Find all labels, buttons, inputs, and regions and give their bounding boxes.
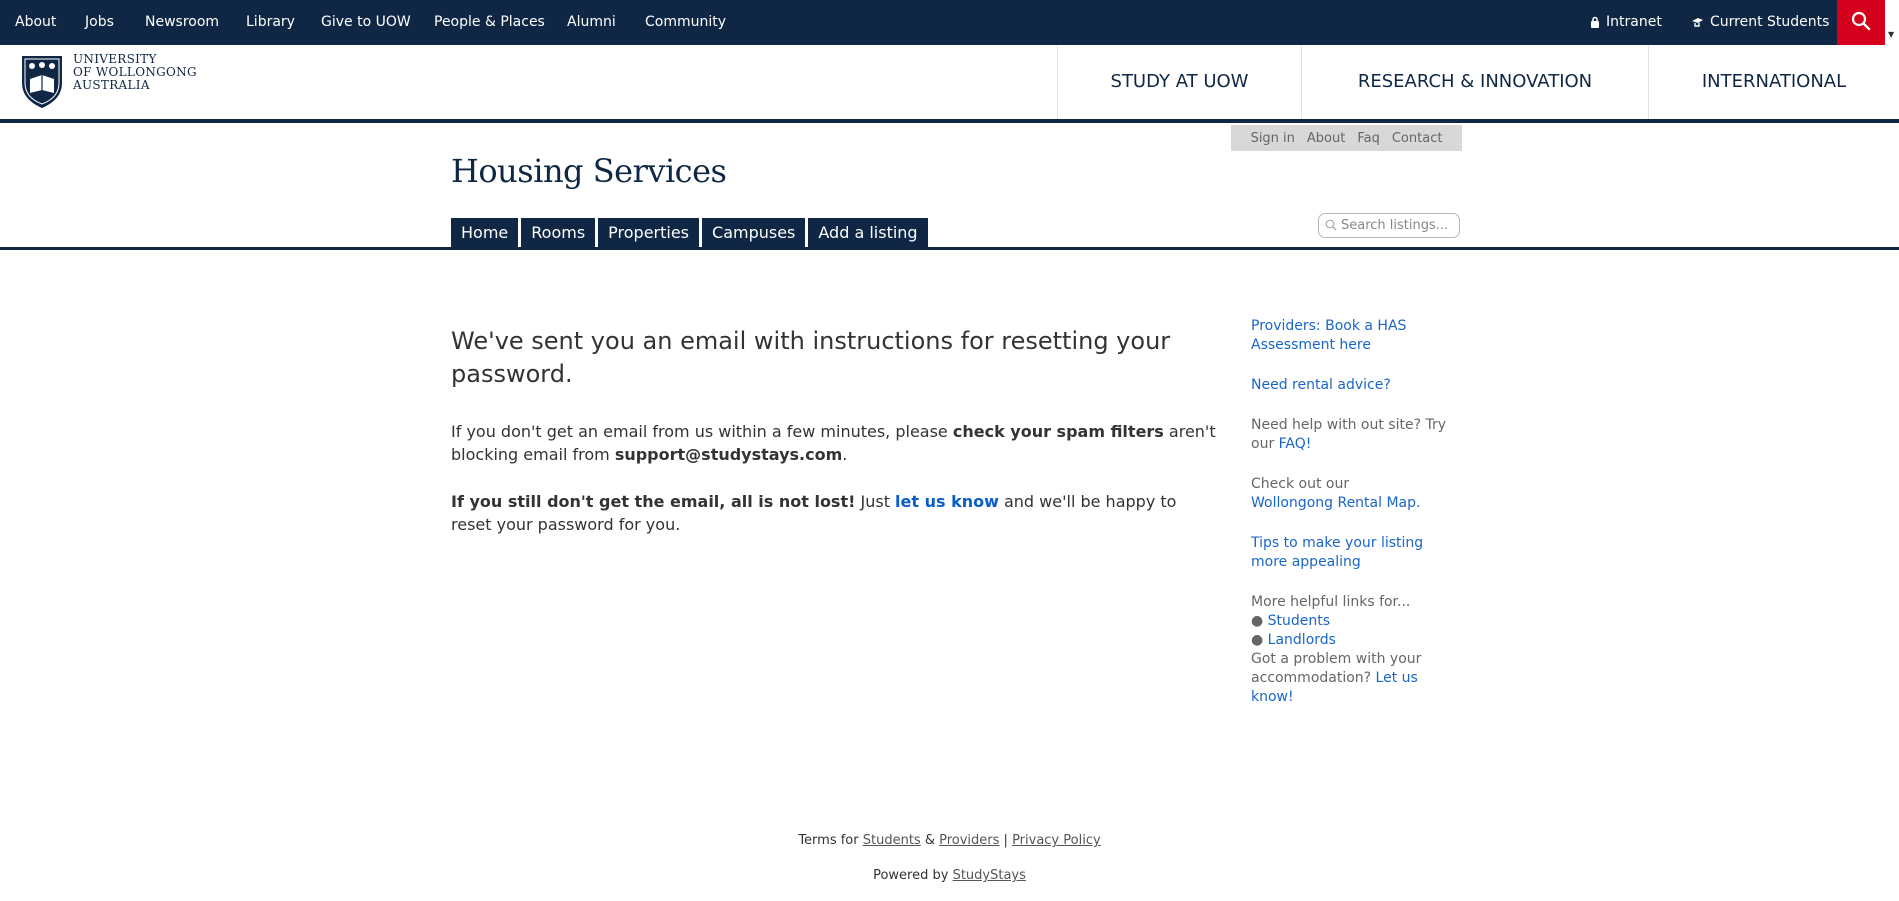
tab-campuses[interactable]: Campuses [702, 218, 806, 248]
graduation-cap-icon [1691, 0, 1704, 44]
lock-icon [1590, 0, 1600, 44]
search-icon [1851, 11, 1871, 35]
tab-home[interactable]: Home [451, 218, 519, 248]
topbar-link-alumni[interactable]: Alumni [567, 0, 616, 45]
contact-link[interactable]: Contact [1392, 131, 1443, 146]
p2-not-lost: If you still don't get the email, all is… [451, 492, 856, 511]
list-item: ● Landlords [1251, 632, 1336, 648]
footer-powered-by: Powered by StudyStays [0, 868, 1899, 883]
confirmation-heading: We've sent you an email with instruction… [451, 327, 1171, 388]
rental-map-block: Check out our Wollongong Rental Map. [1251, 475, 1451, 513]
header-divider [0, 247, 1899, 250]
topbar-link-library[interactable]: Library [246, 0, 295, 45]
help-block: Need help with out site? Try our FAQ! [1251, 416, 1451, 454]
sign-in-link[interactable]: Sign in [1251, 131, 1295, 146]
logo-line-3: AUSTRALIA [73, 78, 150, 92]
main-navigation: STUDY AT UOW RESEARCH & INNOVATION INTER… [1057, 45, 1899, 119]
tab-rooms[interactable]: Rooms [521, 218, 596, 248]
intranet-label: Intranet [1606, 14, 1662, 30]
faq-link[interactable]: Faq [1357, 131, 1380, 146]
uow-crest-icon [22, 56, 62, 108]
topbar-link-community[interactable]: Community [645, 0, 726, 45]
topbar-link-people-places[interactable]: People & Places [434, 0, 545, 45]
landlords-link[interactable]: Landlords [1268, 632, 1336, 648]
let-us-know-link[interactable]: let us know [895, 492, 999, 511]
chevron-down-icon: ▼ [1888, 30, 1895, 39]
terms-providers-link[interactable]: Providers [939, 833, 999, 848]
housing-tabs: Home Rooms Properties Campuses Add a lis… [451, 218, 928, 248]
topbar-link-give[interactable]: Give to UOW [321, 0, 411, 45]
account-links: Sign in About Faq Contact [1231, 125, 1462, 151]
top-utility-bar: About Jobs Newsroom Library Give to UOW … [0, 0, 1899, 45]
tab-properties[interactable]: Properties [598, 218, 700, 248]
search-icon [1325, 216, 1337, 235]
faq-sidebar-link[interactable]: FAQ! [1279, 436, 1312, 452]
spam-filter-paragraph: If you don't get an email from us within… [451, 420, 1221, 466]
rental-map-link[interactable]: Wollongong Rental Map. [1251, 495, 1420, 511]
students-link[interactable]: Students [1268, 613, 1330, 629]
privacy-policy-link[interactable]: Privacy Policy [1012, 833, 1101, 848]
book-has-assessment-link[interactable]: Providers: Book a HAS Assessment here [1251, 318, 1406, 353]
logo-wordmark: UNIVERSITY OF WOLLONGONG AUSTRALIA [73, 53, 197, 92]
topbar-link-newsroom[interactable]: Newsroom [145, 0, 219, 45]
footer-terms: Terms for Students & Providers | Privacy… [0, 833, 1899, 848]
p1-support-email: support@studystays.com [614, 445, 843, 464]
intranet-link[interactable]: Intranet [1590, 0, 1662, 45]
page-title[interactable]: Housing Services [451, 152, 727, 190]
main-header: UNIVERSITY OF WOLLONGONG AUSTRALIA STUDY… [0, 45, 1899, 123]
p2-text-b: Just [855, 492, 896, 511]
still-no-email-paragraph: If you still don't get the email, all is… [451, 490, 1221, 536]
tab-add-listing[interactable]: Add a listing [808, 218, 928, 248]
checkout-text: Check out our [1251, 476, 1350, 492]
p1-spam-filters: check your spam filters [952, 422, 1164, 441]
pipe-separator: | [999, 833, 1013, 848]
p1-text-e: . [842, 445, 848, 464]
topbar-link-about[interactable]: About [15, 0, 56, 45]
search-listings-input[interactable] [1341, 218, 1456, 233]
more-links-text: More helpful links for... [1251, 594, 1411, 610]
p1-text-a: If you don't get an email from us within… [451, 422, 953, 441]
studystays-link[interactable]: StudyStays [953, 868, 1026, 883]
site-search-button[interactable] [1837, 0, 1885, 45]
helpful-links-block: More helpful links for... ● Students ● L… [1251, 593, 1451, 707]
current-students-label: Current Students [1710, 14, 1830, 30]
current-students-link[interactable]: Current Students [1691, 0, 1829, 45]
search-listings-box [1318, 213, 1460, 238]
terms-for-text: Terms for [798, 833, 863, 848]
topbar-link-jobs[interactable]: Jobs [85, 0, 114, 45]
uow-logo[interactable]: UNIVERSITY OF WOLLONGONG AUSTRALIA [19, 53, 197, 109]
nav-international[interactable]: INTERNATIONAL [1648, 45, 1899, 119]
main-content: We've sent you an email with instruction… [451, 325, 1221, 536]
rental-advice-link[interactable]: Need rental advice? [1251, 377, 1391, 393]
amp-text: & [920, 833, 940, 848]
nav-research-innovation[interactable]: RESEARCH & INNOVATION [1301, 45, 1648, 119]
scrollbar[interactable]: ▼ [1885, 0, 1899, 45]
about-link[interactable]: About [1307, 131, 1345, 146]
terms-students-link[interactable]: Students [863, 833, 921, 848]
powered-by-text: Powered by [873, 868, 953, 883]
list-item: ● Students [1251, 613, 1331, 629]
nav-study-at-uow[interactable]: STUDY AT UOW [1057, 45, 1301, 119]
listing-tips-link[interactable]: Tips to make your listing more appealing [1251, 535, 1423, 570]
sidebar: Providers: Book a HAS Assessment here Ne… [1251, 317, 1451, 707]
